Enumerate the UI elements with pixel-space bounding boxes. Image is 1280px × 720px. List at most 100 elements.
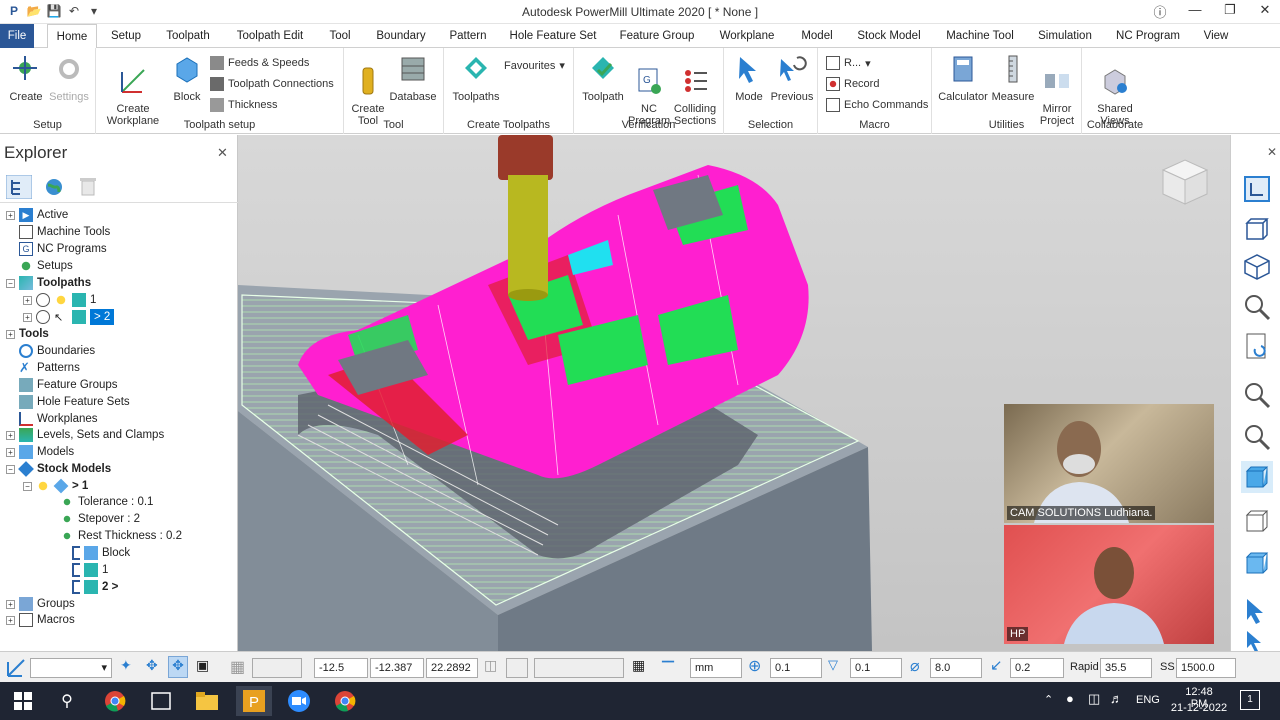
tab-nc-program[interactable]: NC Program [1112, 24, 1184, 48]
trash-icon[interactable] [80, 176, 96, 196]
close-button[interactable]: ✕ [1250, 2, 1280, 22]
feeds-speeds-button[interactable]: Feeds & Speeds [210, 56, 309, 70]
coord-extra[interactable] [506, 658, 528, 678]
tab-setup[interactable]: Setup [104, 24, 148, 48]
volume-icon[interactable]: ♬ [1110, 691, 1123, 706]
tree-item-setups[interactable]: Setups [19, 258, 73, 274]
workplane-select[interactable]: ▾ [30, 658, 112, 678]
tree-item-toolpath-2[interactable]: + ↖ > 2 [23, 309, 115, 325]
workplane-status-icon[interactable] [6, 658, 26, 678]
tray-chevron-icon[interactable]: ⌃ [1044, 693, 1053, 706]
tab-pattern[interactable]: Pattern [444, 24, 492, 48]
tree-item-toolpath-1[interactable]: +1 [23, 292, 96, 308]
tree-item-stock-models[interactable]: − Stock Models [6, 461, 111, 477]
tree-item-ref-2[interactable]: 2 > [72, 579, 118, 595]
tree-item-stock-model-1[interactable]: − > 1 [23, 478, 88, 494]
coord-z[interactable]: 22.2892 [426, 658, 478, 678]
tree-item-feature-groups[interactable]: Feature Groups [19, 377, 118, 393]
copy-coords-icon[interactable]: ◫ [484, 657, 497, 674]
zoom-box-icon[interactable] [1241, 421, 1273, 453]
clock-date[interactable]: 21-12-2022 [1168, 702, 1230, 714]
expand-icon[interactable]: + [6, 447, 15, 457]
toolpath-verify-button[interactable]: Toolpath [578, 54, 628, 103]
plain-shaded-icon[interactable] [1241, 547, 1273, 579]
graphics-viewport[interactable]: CAM SOLUTIONS Ludhiana. HP [238, 135, 1230, 651]
favourites-dropdown[interactable]: Favourites ▾ [504, 59, 565, 73]
tree-item-ref-1[interactable]: 1 [72, 562, 108, 578]
previous-button[interactable]: Previous [770, 54, 814, 103]
expand-icon[interactable]: + [6, 430, 15, 440]
language-indicator[interactable]: ENG [1136, 694, 1160, 706]
snap-point-icon[interactable]: ✥ [146, 657, 158, 674]
tree-item-macros[interactable]: + Macros [6, 612, 75, 628]
thickness-field[interactable]: 0.1 [850, 658, 902, 678]
tree-item-workplanes[interactable]: Workplanes [19, 411, 98, 427]
grid-value[interactable] [252, 658, 302, 678]
coord-y[interactable]: -12.387 [370, 658, 424, 678]
tree-item-tools[interactable]: + Tools [6, 326, 49, 342]
tab-simulation[interactable]: Simulation [1034, 24, 1096, 48]
tool-status-icon[interactable]: ▣ [196, 657, 209, 674]
mode-button[interactable]: Mode [730, 54, 768, 103]
workplane-view-icon[interactable] [1241, 173, 1273, 205]
stepover-field[interactable]: 0.2 [1010, 658, 1064, 678]
grid-icon[interactable]: ▦ [230, 657, 245, 677]
shaded-cube-icon[interactable] [1241, 251, 1273, 283]
view-toolbar-close-icon[interactable]: ✕ [1267, 145, 1277, 159]
tree-item-machine-tools[interactable]: Machine Tools [19, 224, 110, 240]
tree-item-models[interactable]: + Models [6, 444, 74, 460]
diameter-field[interactable]: 8.0 [930, 658, 982, 678]
tree-item-boundaries[interactable]: Boundaries [19, 343, 95, 359]
tree-item-levels[interactable]: + Levels, Sets and Clamps [6, 427, 164, 443]
tab-toolpath-edit[interactable]: Toolpath Edit [230, 24, 310, 48]
tab-model[interactable]: Model [796, 24, 838, 48]
settings-button[interactable]: Settings [48, 54, 90, 103]
expand-icon[interactable]: + [6, 599, 15, 609]
thickness-button[interactable]: Thickness [210, 98, 278, 112]
collapse-icon[interactable]: − [23, 481, 32, 491]
tree-view-icon[interactable] [6, 175, 32, 199]
task-view-icon[interactable] [146, 686, 176, 716]
tab-file[interactable]: File [0, 24, 34, 48]
block-button[interactable]: Block [168, 54, 206, 103]
expand-icon[interactable]: + [23, 295, 32, 305]
tree-item-patterns[interactable]: ✗ Patterns [19, 360, 80, 376]
tab-tool[interactable]: Tool [322, 24, 358, 48]
tree-item-active[interactable]: + ▶ Active [6, 207, 68, 223]
tab-machine-tool[interactable]: Machine Tool [940, 24, 1020, 48]
snap-grid-icon[interactable]: ✥ [168, 656, 188, 678]
snap-axes-icon[interactable]: ✦ [120, 657, 132, 674]
notification-icon[interactable]: 1 [1240, 690, 1260, 710]
create-button[interactable]: Create [6, 54, 46, 103]
network-icon[interactable]: ◫ [1088, 691, 1100, 707]
file-explorer-icon[interactable] [192, 686, 222, 716]
tab-workplane[interactable]: Workplane [712, 24, 782, 48]
expand-icon[interactable]: + [6, 329, 15, 339]
spindle-speed-field[interactable]: 1500.0 [1176, 658, 1236, 678]
help-icon[interactable]: ⓘ [1145, 2, 1175, 22]
powermill-taskbar-icon[interactable]: P [236, 686, 272, 716]
expand-icon[interactable]: + [6, 210, 15, 220]
toolpath-connections-button[interactable]: Toolpath Connections [210, 77, 334, 91]
collapse-icon[interactable]: − [6, 464, 15, 474]
database-button[interactable]: Database [388, 54, 438, 103]
search-icon[interactable]: ⚲ [52, 686, 82, 716]
refresh-view-icon[interactable] [1241, 331, 1273, 363]
calculator-button[interactable]: Calculator [936, 54, 990, 103]
tab-stock-model[interactable]: Stock Model [852, 24, 926, 48]
run-macro-button[interactable]: R... ▾ [826, 56, 871, 70]
calculator-status-icon[interactable]: ▦ [632, 657, 645, 674]
tree-item-block[interactable]: Block [72, 545, 130, 561]
windows-start-icon[interactable] [8, 686, 38, 716]
measure-button[interactable]: Measure [990, 54, 1036, 103]
tab-feature-group[interactable]: Feature Group [614, 24, 700, 48]
globe-icon[interactable] [44, 177, 64, 197]
zoom-app-icon[interactable] [284, 686, 314, 716]
restore-button[interactable]: ❐ [1215, 2, 1245, 22]
iso-view-icon[interactable] [1241, 213, 1273, 245]
expand-icon[interactable]: + [6, 615, 15, 625]
tab-home[interactable]: Home [47, 24, 97, 49]
minimize-button[interactable]: — [1180, 2, 1210, 22]
toolpaths-button[interactable]: Toolpaths [448, 54, 504, 103]
wireframe-icon[interactable] [1241, 505, 1273, 537]
